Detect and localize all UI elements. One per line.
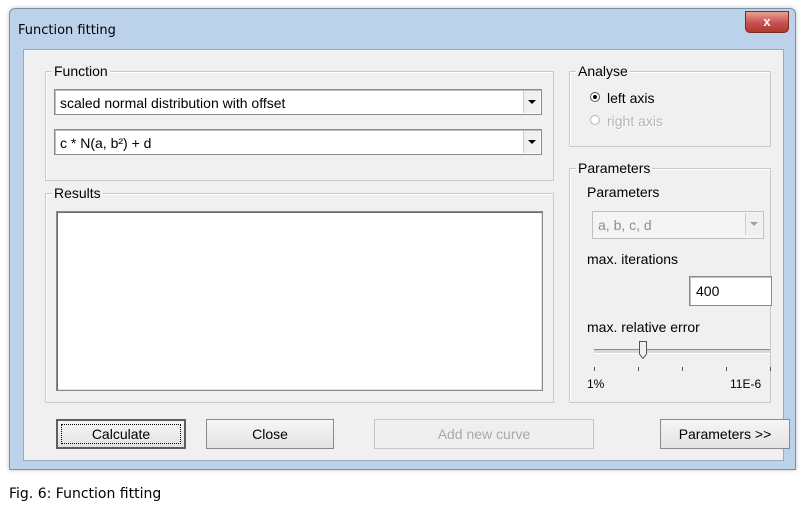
- focus-rect: [61, 424, 181, 444]
- function-fitting-window: Function fitting x Function scaled norma…: [9, 8, 796, 470]
- distribution-dropdown-button[interactable]: [523, 91, 540, 113]
- left-axis-label[interactable]: left axis: [607, 90, 654, 106]
- function-group-legend: Function: [52, 63, 110, 79]
- parameters-label: Parameters: [587, 184, 660, 200]
- results-group: Results: [45, 185, 554, 403]
- parameters-select[interactable]: a, b, c, d: [592, 211, 764, 239]
- max-relative-error-slider[interactable]: [590, 341, 774, 375]
- distribution-select-value: scaled normal distribution with offset: [60, 95, 286, 111]
- analyse-group-legend: Analyse: [576, 63, 630, 79]
- max-iterations-label: max. iterations: [587, 251, 679, 267]
- title-bar: Function fitting x: [10, 9, 795, 49]
- dialog-body: Function scaled normal distribution with…: [23, 49, 790, 461]
- figure-caption: Fig. 6: Function fitting: [9, 486, 162, 502]
- parameters-expand-button[interactable]: Parameters >>: [660, 419, 790, 449]
- slider-tick: [770, 367, 771, 371]
- formula-dropdown-button[interactable]: [523, 131, 540, 153]
- calculate-button[interactable]: Calculate: [56, 419, 186, 449]
- slider-tick: [726, 367, 727, 371]
- right-axis-label[interactable]: right axis: [607, 113, 663, 129]
- close-window-button[interactable]: x: [745, 11, 789, 33]
- parameters-expand-button-label: Parameters >>: [678, 426, 772, 442]
- slider-tick: [638, 367, 639, 371]
- radio-selected-icon: [590, 92, 600, 102]
- max-iterations-input[interactable]: 400: [689, 276, 772, 306]
- parameters-group: Parameters Parameters a, b, c, d max. it…: [569, 160, 774, 403]
- max-iterations-value: 400: [696, 283, 720, 299]
- slider-max-label: 11E-6: [730, 377, 762, 391]
- distribution-select[interactable]: scaled normal distribution with offset: [54, 89, 542, 115]
- formula-select[interactable]: c * N(a, b²) + d: [54, 129, 542, 155]
- slider-thumb[interactable]: [639, 341, 648, 359]
- formula-select-value: c * N(a, b²) + d: [60, 135, 152, 151]
- function-group: Function scaled normal distribution with…: [45, 63, 554, 181]
- add-new-curve-button[interactable]: Add new curve: [374, 419, 594, 449]
- results-textarea[interactable]: [56, 211, 543, 391]
- close-button[interactable]: Close: [206, 419, 334, 449]
- chevron-down-icon: [528, 100, 536, 104]
- chevron-down-icon: [750, 222, 758, 226]
- parameters-dropdown-button[interactable]: [745, 213, 762, 235]
- close-button-label: Close: [252, 426, 288, 442]
- parameters-group-legend: Parameters: [576, 160, 653, 176]
- radio-unselected-icon: [590, 115, 600, 125]
- chevron-down-icon: [528, 140, 536, 144]
- slider-tick: [594, 367, 595, 371]
- window-title: Function fitting: [18, 23, 116, 38]
- slider-track[interactable]: [594, 349, 770, 354]
- add-new-curve-button-label: Add new curve: [437, 426, 531, 442]
- slider-min-label: 1%: [587, 377, 605, 391]
- results-group-legend: Results: [52, 185, 103, 201]
- close-icon[interactable]: x: [763, 14, 770, 29]
- slider-tick: [682, 367, 683, 371]
- analyse-group: Analyse left axis right axis: [569, 63, 771, 147]
- max-relative-error-label: max. relative error: [587, 319, 700, 335]
- parameters-select-value: a, b, c, d: [598, 217, 652, 233]
